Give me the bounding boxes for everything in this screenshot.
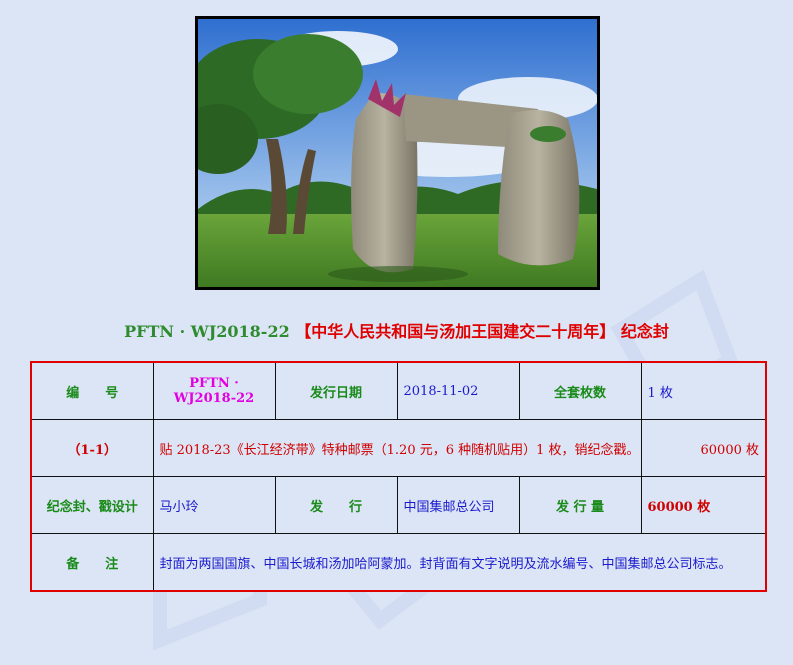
table-row: 纪念封、戳设计 马小玲 发 行 中国集邮总公司 发 行 量 60000 枚: [30, 476, 767, 534]
value-designer: 马小玲: [152, 476, 276, 534]
table-row: （1-1） 贴 2018-23《长江经济带》特种邮票（1.20 元，6 种随机贴…: [30, 419, 767, 477]
title-code: PFTN · WJ2018-22: [124, 322, 290, 341]
label-item: （1-1）: [30, 419, 154, 477]
value-number: PFTN · WJ2018-22: [152, 361, 276, 420]
page-title: PFTN · WJ2018-22 【中华人民共和国与汤加王国建交二十周年】 纪念…: [0, 318, 793, 342]
label-remarks: 备 注: [30, 533, 154, 592]
label-volume: 发 行 量: [518, 476, 642, 534]
info-table: 编 号 PFTN · WJ2018-22 发行日期 2018-11-02 全套枚…: [30, 361, 767, 592]
table-row: 编 号 PFTN · WJ2018-22 发行日期 2018-11-02 全套枚…: [30, 361, 767, 420]
value-issuer: 中国集邮总公司: [396, 476, 520, 534]
label-issue-date: 发行日期: [274, 361, 398, 420]
value-remarks: 封面为两国国旗、中国长城和汤加哈阿蒙加。封背面有文字说明及流水编号、中国集邮总公…: [152, 533, 767, 592]
value-issue-date: 2018-11-02: [396, 361, 520, 420]
cover-photo: [195, 16, 600, 290]
label-designer: 纪念封、戳设计: [30, 476, 154, 534]
label-issuer: 发 行: [274, 476, 398, 534]
title-name: 【中华人民共和国与汤加王国建交二十周年】: [295, 322, 616, 341]
table-row: 备 注 封面为两国国旗、中国长城和汤加哈阿蒙加。封背面有文字说明及流水编号、中国…: [30, 533, 767, 592]
value-volume: 60000 枚: [640, 476, 767, 534]
value-quantity: 60000 枚: [640, 419, 767, 477]
value-set-count: 1 枚: [640, 361, 767, 420]
value-description: 贴 2018-23《长江经济带》特种邮票（1.20 元，6 种随机贴用）1 枚，…: [152, 419, 642, 477]
label-set-count: 全套枚数: [518, 361, 642, 420]
label-number: 编 号: [30, 361, 154, 420]
title-suffix: 纪念封: [620, 322, 669, 341]
